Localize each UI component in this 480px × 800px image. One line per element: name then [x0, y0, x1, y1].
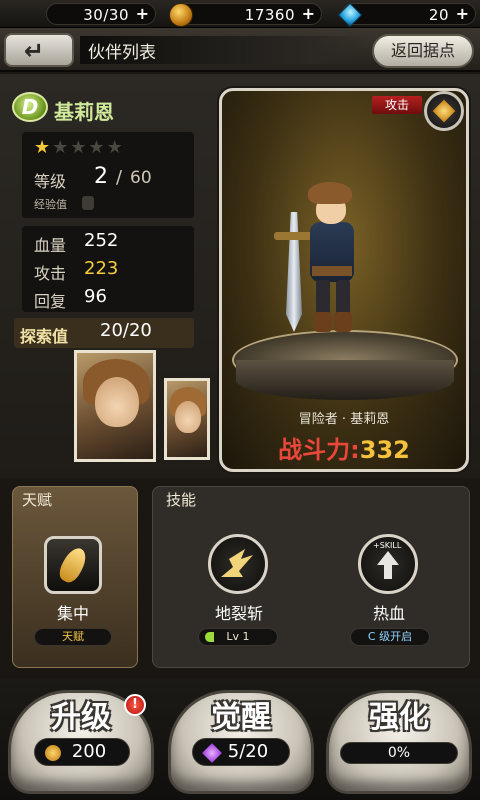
- awaken-label: 觉醒: [211, 700, 271, 735]
- gem-counter[interactable]: 20 +: [337, 2, 476, 28]
- talent-tag: 天赋: [34, 628, 112, 646]
- stamina-counter[interactable]: 30/30 +: [46, 3, 156, 25]
- level-value: 2: [94, 164, 108, 189]
- skill-level-pill: Lv 1: [198, 628, 278, 646]
- element-gem: [432, 99, 456, 123]
- add-gems-icon[interactable]: +: [456, 4, 469, 23]
- hero-portrait-alt[interactable]: [164, 378, 210, 460]
- enhance-label: 强化: [369, 700, 429, 735]
- return-base-button[interactable]: 返回据点: [372, 34, 474, 68]
- coin-value: 17360: [244, 6, 295, 24]
- awaken-cost-value: 5/20: [227, 741, 269, 762]
- atk-value: 223: [84, 258, 119, 279]
- coin-counter[interactable]: 17360 +: [169, 3, 322, 27]
- exp-bar: [82, 196, 94, 210]
- coin-icon: [169, 3, 193, 27]
- hp-label: 血量: [34, 236, 67, 255]
- element-hex-icon: [424, 91, 464, 131]
- level-max: 60: [130, 168, 152, 188]
- levelup-cost-value: 200: [71, 741, 107, 762]
- star-empty-icon: ★: [52, 137, 71, 158]
- level-dot-icon: [205, 632, 214, 642]
- alert-icon: !: [124, 694, 146, 716]
- level-separator: /: [116, 167, 123, 188]
- skill-unlock-status: C 级开启: [350, 628, 430, 646]
- awaken-crystal-icon: [202, 743, 222, 763]
- star-filled-icon: ★: [34, 137, 53, 158]
- hp-value: 252: [84, 230, 119, 251]
- star-empty-icon: ★: [88, 137, 107, 158]
- levelup-cost: 200: [34, 738, 130, 766]
- enhance-progress-bar: 0%: [340, 742, 458, 764]
- rec-label: 回复: [34, 292, 67, 311]
- skill-name-1: 地裂斩: [214, 604, 263, 623]
- skill-ground-slash-button[interactable]: [208, 534, 268, 594]
- hero-name: 基莉恩: [54, 100, 114, 124]
- attack-type-tag: 攻击: [372, 96, 422, 114]
- page-title: 伙伴列表: [88, 43, 156, 63]
- level-label: 等级: [34, 172, 67, 191]
- explore-label: 探索值: [20, 327, 69, 346]
- hero-boot: [314, 312, 332, 332]
- power-label: 战斗力:: [278, 436, 360, 464]
- rank-badge: D: [12, 92, 48, 122]
- skill-name-2: 热血: [372, 604, 405, 623]
- skill-level: Lv 1: [226, 630, 250, 643]
- sword-guard: [274, 232, 314, 240]
- star-empty-icon: ★: [106, 137, 125, 158]
- plus-skill-badge: +SKILL: [373, 541, 402, 550]
- awaken-cost: 5/20: [192, 738, 290, 766]
- hero-boot: [334, 312, 352, 332]
- add-coins-icon[interactable]: +: [302, 4, 315, 23]
- power-value: 332: [359, 436, 410, 464]
- exp-label: 经验值: [34, 198, 67, 211]
- skill-hot-blood-button[interactable]: +SKILL: [358, 534, 418, 594]
- ground-slash-icon: [221, 549, 253, 577]
- talent-skill-button[interactable]: [44, 536, 102, 594]
- star-rating: ★★★★★: [34, 137, 125, 158]
- hero-hair: [308, 182, 352, 204]
- hero-portrait-main[interactable]: [74, 350, 156, 462]
- enhance-progress-text: 0%: [387, 745, 411, 761]
- back-button[interactable]: ↵: [4, 33, 74, 67]
- star-empty-icon: ★: [70, 137, 89, 158]
- portrait-face: [95, 377, 139, 427]
- coin-icon: [45, 745, 61, 761]
- explore-value: 20/20: [100, 320, 152, 341]
- hero-belt: [312, 266, 352, 276]
- feather-icon: [55, 544, 91, 586]
- card-hero-title: 冒险者 · 基莉恩: [298, 412, 390, 427]
- gem-value: 20: [428, 6, 449, 24]
- arrow-left-icon: ↵: [24, 37, 45, 65]
- pedestal-base: [236, 360, 454, 400]
- combat-power: 战斗力:332: [222, 430, 466, 465]
- add-stamina-icon[interactable]: +: [136, 4, 149, 23]
- rec-value: 96: [84, 286, 107, 307]
- portrait-face: [175, 401, 201, 433]
- skills-section-title: 技能: [166, 491, 197, 509]
- talent-name: 集中: [56, 604, 89, 623]
- talent-section-title: 天赋: [22, 491, 53, 509]
- atk-label: 攻击: [34, 264, 67, 283]
- stamina-value: 30/30: [83, 6, 129, 24]
